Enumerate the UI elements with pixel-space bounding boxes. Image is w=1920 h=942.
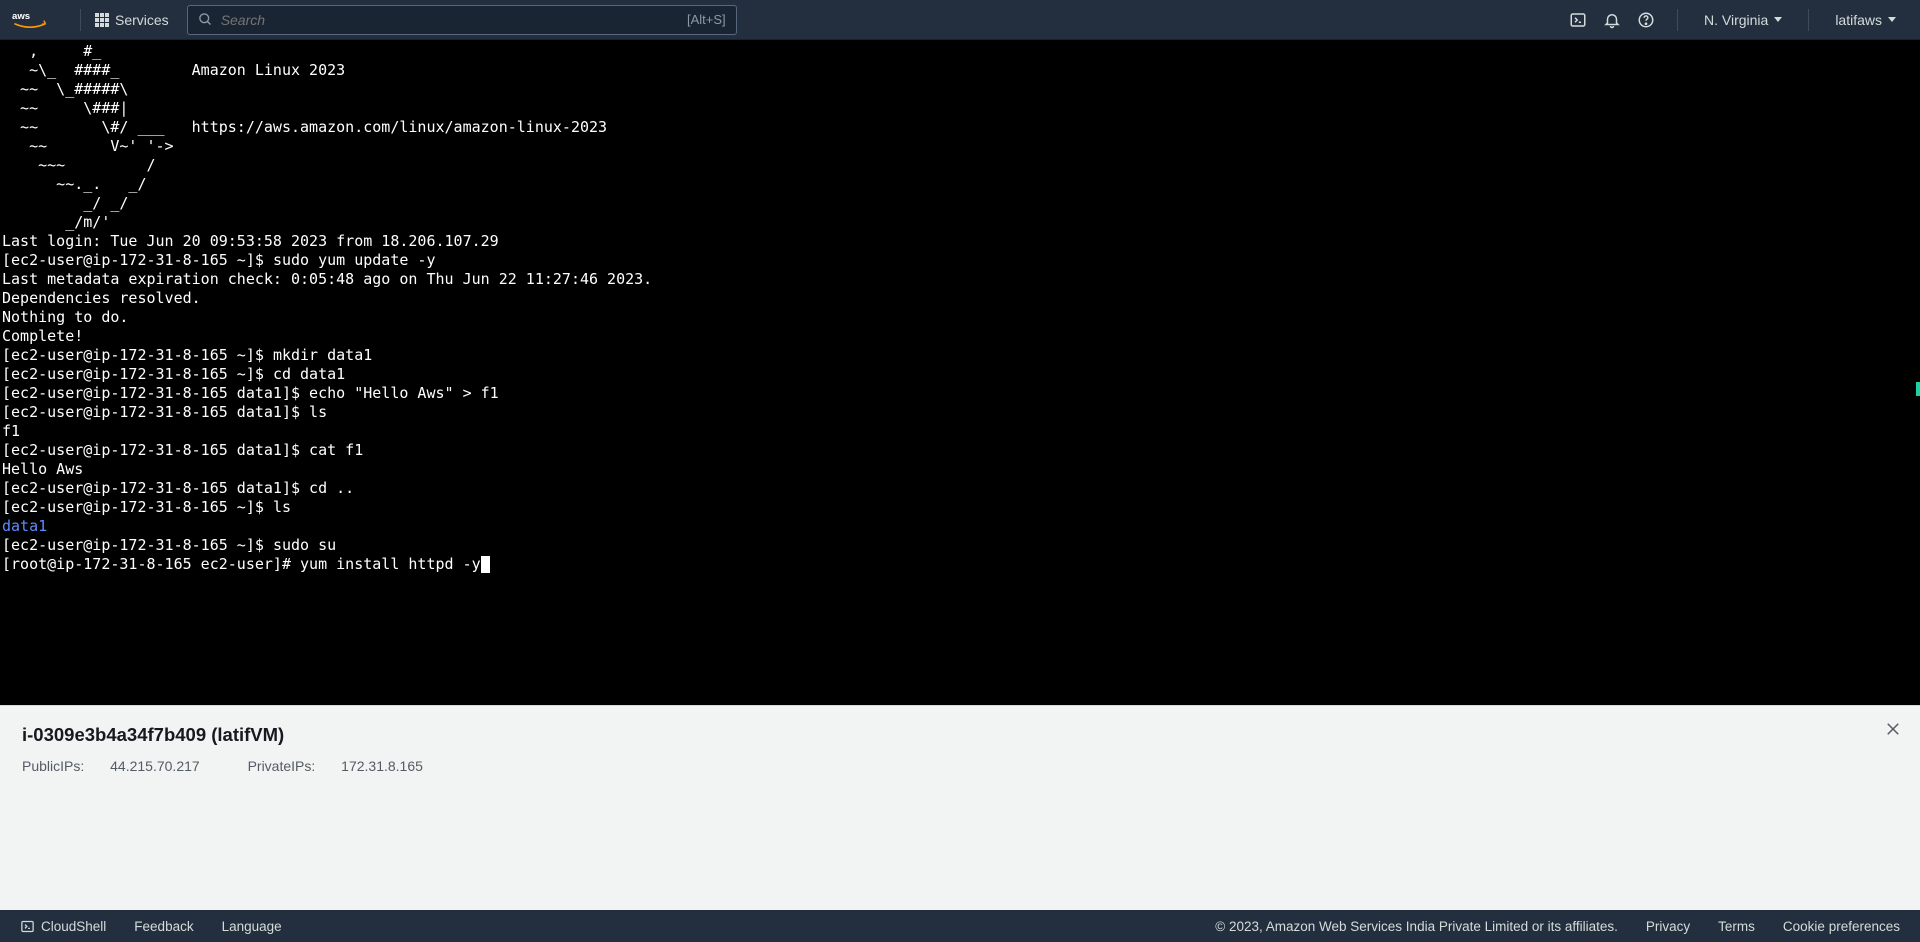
search-box[interactable]: [Alt+S]: [187, 5, 737, 35]
prompt: [ec2-user@ip-172-31-8-165 data1]$: [2, 384, 309, 402]
feedback-link[interactable]: Feedback: [134, 919, 193, 934]
copyright-text: © 2023, Amazon Web Services India Privat…: [1215, 919, 1618, 934]
cmd: cd ..: [309, 479, 354, 497]
svg-text:aws: aws: [12, 10, 30, 21]
account-menu[interactable]: latifaws: [1823, 12, 1908, 28]
output: Hello Aws: [2, 460, 83, 478]
close-panel-button[interactable]: [1884, 720, 1902, 743]
scroll-indicator: [1916, 382, 1920, 396]
prompt: [ec2-user@ip-172-31-8-165 ~]$: [2, 498, 273, 516]
language-selector[interactable]: Language: [222, 919, 282, 934]
cmd: ls: [273, 498, 291, 516]
grid-icon: [95, 13, 109, 27]
cmd: cd data1: [273, 365, 345, 383]
terms-link[interactable]: Terms: [1718, 919, 1755, 934]
help-icon-button[interactable]: [1629, 11, 1663, 29]
cmd: sudo su: [273, 536, 336, 554]
motd-art: , #_ ~\_ ####_ Amazon Linux 2023 ~~ \_##…: [2, 42, 607, 231]
region-label: N. Virginia: [1704, 12, 1768, 28]
chevron-down-icon: [1888, 17, 1896, 22]
chevron-down-icon: [1774, 17, 1782, 22]
terminal-cursor: [481, 556, 490, 573]
aws-footer: CloudShell Feedback Language © 2023, Ama…: [0, 910, 1920, 942]
private-ip: PrivateIPs: 172.31.8.165: [248, 758, 445, 774]
cmd: mkdir data1: [273, 346, 372, 364]
prompt: [ec2-user@ip-172-31-8-165 data1]$: [2, 479, 309, 497]
divider: [1677, 9, 1678, 31]
aws-top-nav: aws Services [Alt+S] N. Virginia latifaw…: [0, 0, 1920, 40]
cloudshell-icon: [20, 919, 35, 934]
ip-info: PublicIPs: 44.215.70.217 PrivateIPs: 172…: [22, 758, 1898, 774]
output: Nothing to do.: [2, 308, 128, 326]
aws-logo[interactable]: aws: [12, 9, 48, 31]
cmd: yum install httpd -y: [300, 555, 481, 573]
prompt: [ec2-user@ip-172-31-8-165 data1]$: [2, 403, 309, 421]
account-label: latifaws: [1835, 12, 1882, 28]
cloudshell-button[interactable]: CloudShell: [20, 919, 106, 934]
output: Dependencies resolved.: [2, 289, 201, 307]
cmd: ls: [309, 403, 327, 421]
cmd: sudo yum update -y: [273, 251, 436, 269]
prompt: [ec2-user@ip-172-31-8-165 ~]$: [2, 536, 273, 554]
cmd: cat f1: [309, 441, 363, 459]
region-selector[interactable]: N. Virginia: [1692, 12, 1794, 28]
output: Last metadata expiration check: 0:05:48 …: [2, 270, 652, 288]
terminal-output[interactable]: , #_ ~\_ ####_ Amazon Linux 2023 ~~ \_##…: [0, 40, 1920, 705]
output-dir: data1: [2, 517, 47, 535]
services-menu[interactable]: Services: [95, 12, 169, 28]
public-ip: PublicIPs: 44.215.70.217: [22, 758, 222, 774]
search-shortcut-hint: [Alt+S]: [687, 12, 726, 27]
output: f1: [2, 422, 20, 440]
search-icon: [198, 12, 213, 27]
prompt-root: [root@ip-172-31-8-165 ec2-user]#: [2, 555, 300, 573]
last-login-line: Last login: Tue Jun 20 09:53:58 2023 fro…: [2, 232, 499, 250]
instance-title: i-0309e3b4a34f7b409 (latifVM): [22, 724, 1898, 746]
close-icon: [1884, 720, 1902, 738]
privacy-link[interactable]: Privacy: [1646, 919, 1690, 934]
instance-info-panel: i-0309e3b4a34f7b409 (latifVM) PublicIPs:…: [0, 705, 1920, 910]
notifications-icon-button[interactable]: [1595, 11, 1629, 29]
cookie-preferences-link[interactable]: Cookie preferences: [1783, 919, 1900, 934]
prompt: [ec2-user@ip-172-31-8-165 ~]$: [2, 251, 273, 269]
output: Complete!: [2, 327, 83, 345]
services-label: Services: [115, 12, 169, 28]
cmd: echo "Hello Aws" > f1: [309, 384, 499, 402]
cloudshell-label: CloudShell: [41, 919, 106, 934]
prompt: [ec2-user@ip-172-31-8-165 ~]$: [2, 365, 273, 383]
cloudshell-icon-button[interactable]: [1561, 11, 1595, 29]
divider: [80, 9, 81, 31]
divider: [1808, 9, 1809, 31]
prompt: [ec2-user@ip-172-31-8-165 data1]$: [2, 441, 309, 459]
search-input[interactable]: [221, 12, 679, 28]
prompt: [ec2-user@ip-172-31-8-165 ~]$: [2, 346, 273, 364]
